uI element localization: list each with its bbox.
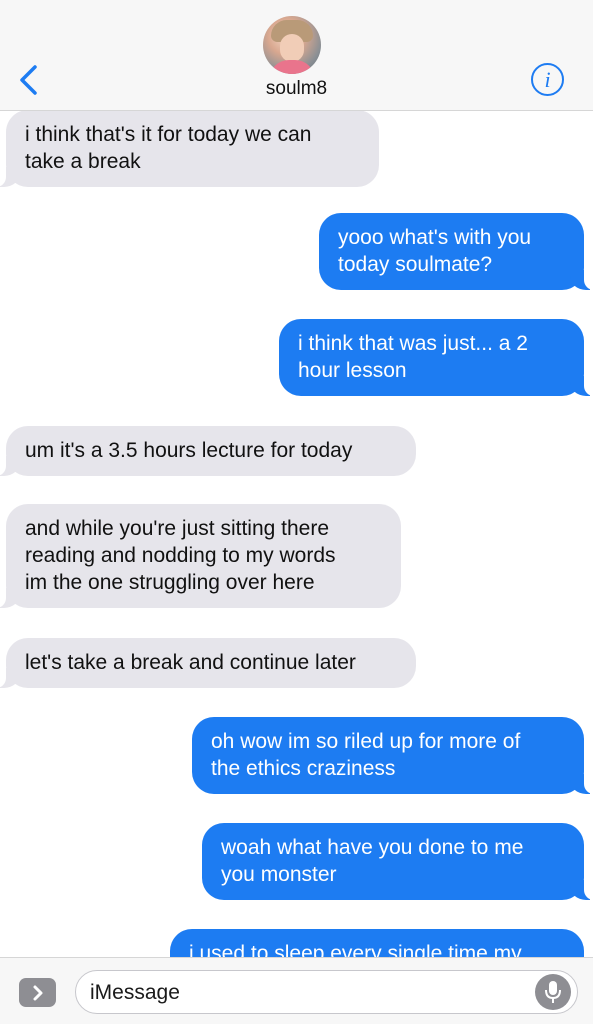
- dictation-button[interactable]: [535, 974, 571, 1010]
- message-input-placeholder: iMessage: [90, 981, 180, 1004]
- info-button[interactable]: i: [531, 63, 564, 96]
- incoming-message[interactable]: let's take a break and continue later: [0, 638, 416, 688]
- incoming-message[interactable]: i think that's it for today we can take …: [0, 111, 379, 187]
- conversation-header: soulm8 i: [0, 0, 593, 111]
- outgoing-message[interactable]: oh wow im so riled up for more of the et…: [192, 717, 593, 794]
- chevron-right-icon: [33, 985, 42, 1000]
- apps-button[interactable]: [19, 978, 56, 1007]
- contact-avatar[interactable]: [263, 16, 321, 74]
- outgoing-message[interactable]: i used to sleep every single time my: [170, 929, 584, 957]
- incoming-message[interactable]: and while you're just sitting there read…: [0, 504, 401, 608]
- incoming-message[interactable]: um it's a 3.5 hours lecture for today: [0, 426, 416, 476]
- message-thread[interactable]: i think that's it for today we can take …: [0, 111, 593, 957]
- info-icon: i: [544, 66, 551, 92]
- message-input[interactable]: iMessage: [75, 970, 578, 1014]
- message-composer: iMessage: [0, 957, 593, 1024]
- microphone-icon: [545, 981, 561, 1003]
- outgoing-message[interactable]: woah what have you done to me you monste…: [202, 823, 593, 900]
- contact-name[interactable]: soulm8: [0, 78, 593, 100]
- outgoing-message[interactable]: i think that was just... a 2 hour lesson: [279, 319, 593, 396]
- outgoing-message[interactable]: yooo what's with you today soulmate?: [319, 213, 593, 290]
